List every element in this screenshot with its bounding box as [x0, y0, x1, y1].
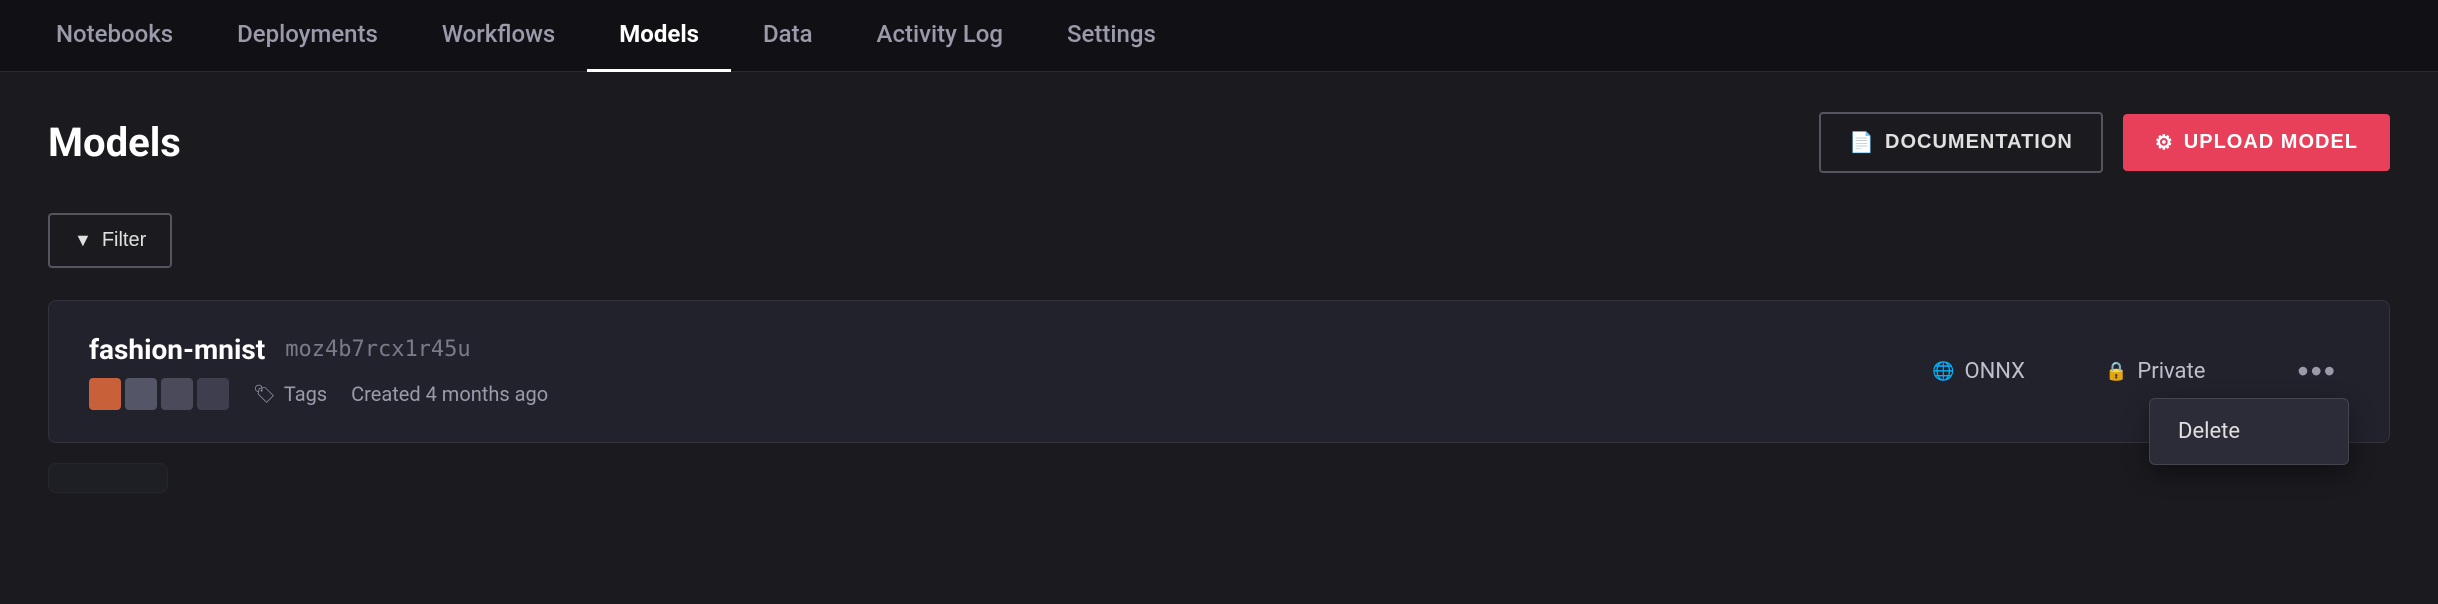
filter-row: ▼ Filter	[48, 213, 2390, 268]
tab-models[interactable]: Models	[587, 0, 731, 72]
avatar-block-1	[89, 378, 121, 410]
tab-activity-log[interactable]: Activity Log	[845, 0, 1035, 72]
tags-label: Tags	[284, 382, 327, 406]
model-format: 🌐 ONNX	[1932, 359, 2025, 384]
delete-option[interactable]: Delete	[2150, 399, 2348, 464]
tab-workflows[interactable]: Workflows	[410, 0, 587, 72]
model-left: fashion-mnist moz4b7rcx1r45u 🏷 Tags Crea…	[89, 333, 548, 410]
dropdown-menu: Delete	[2149, 398, 2349, 465]
tab-settings[interactable]: Settings	[1035, 0, 1188, 72]
page-title: Models	[48, 119, 181, 166]
documentation-label: DOCUMENTATION	[1885, 131, 2073, 154]
header-actions: 📄 DOCUMENTATION ⚙ UPLOAD MODEL	[1819, 112, 2390, 173]
upload-label: UPLOAD MODEL	[2184, 131, 2358, 154]
avatar-block-2	[125, 378, 157, 410]
format-label: ONNX	[1964, 359, 2025, 384]
filter-label: Filter	[102, 229, 146, 252]
model-created: Created 4 months ago	[351, 382, 548, 406]
main-content: Models 📄 DOCUMENTATION ⚙ UPLOAD MODEL ▼ …	[0, 72, 2438, 533]
avatar-block-4	[197, 378, 229, 410]
avatar-block-3	[161, 378, 193, 410]
model-avatar-strip	[89, 378, 229, 410]
nav-bar: Notebooks Deployments Workflows Models D…	[0, 0, 2438, 72]
tab-notebooks[interactable]: Notebooks	[24, 0, 205, 72]
globe-icon: 🌐	[1932, 361, 1954, 382]
tab-data[interactable]: Data	[731, 0, 845, 72]
model-name-row: fashion-mnist moz4b7rcx1r45u	[89, 333, 548, 366]
model-privacy: 🔒 Private	[2105, 359, 2205, 384]
partial-row-hint	[48, 463, 168, 493]
more-options-button[interactable]: •••	[2285, 345, 2349, 398]
tag-icon: 🏷	[253, 384, 276, 405]
more-menu-container: ••• Delete	[2285, 345, 2349, 398]
model-name: fashion-mnist	[89, 333, 265, 366]
lock-icon: 🔒	[2105, 361, 2127, 382]
doc-icon: 📄	[1849, 130, 1875, 155]
model-id: moz4b7rcx1r45u	[285, 337, 470, 362]
upload-icon: ⚙	[2155, 130, 2174, 155]
model-tags: 🏷 Tags	[253, 382, 327, 406]
header-row: Models 📄 DOCUMENTATION ⚙ UPLOAD MODEL	[48, 112, 2390, 173]
documentation-button[interactable]: 📄 DOCUMENTATION	[1819, 112, 2103, 173]
filter-icon: ▼	[74, 230, 92, 251]
model-right: 🌐 ONNX 🔒 Private ••• Delete	[1932, 345, 2349, 398]
tab-deployments[interactable]: Deployments	[205, 0, 410, 72]
model-meta-row: 🏷 Tags Created 4 months ago	[89, 378, 548, 410]
model-card: fashion-mnist moz4b7rcx1r45u 🏷 Tags Crea…	[48, 300, 2390, 443]
upload-model-button[interactable]: ⚙ UPLOAD MODEL	[2123, 114, 2390, 171]
privacy-label: Private	[2137, 359, 2205, 384]
filter-button[interactable]: ▼ Filter	[48, 213, 172, 268]
